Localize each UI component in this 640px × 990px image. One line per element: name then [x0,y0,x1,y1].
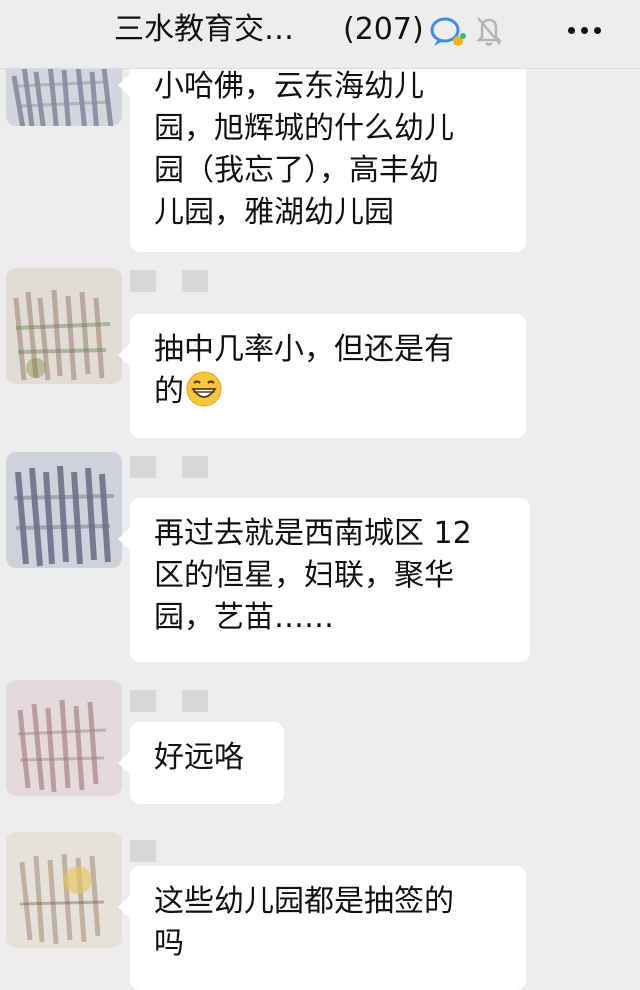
avatar-image [6,268,122,384]
group-name[interactable]: 三水教育交… [114,10,294,50]
message-line: 抽中几率小，但还是有 [154,332,454,367]
message-bubble[interactable]: 抽中几率小，但还是有 的 [118,314,526,438]
message-line: 好远咯 [154,740,244,775]
header-divider [0,68,640,69]
avatar[interactable] [6,832,122,948]
sender-name [130,690,210,712]
avatar[interactable] [6,452,122,568]
message-bubble[interactable]: 再过去就是西南城区 12 区的恒星，妇联，聚华 园，艺苗…… [118,498,530,662]
message-line: 这些幼儿园都是抽签的 [154,884,454,919]
more-options-button[interactable] [560,14,610,46]
message-line: 的 [154,374,184,409]
message-bubble[interactable]: 好远咯 [118,722,284,804]
message-line: 儿园，雅湖幼儿园 [154,195,394,230]
avatar[interactable] [6,268,122,384]
avatar-image [6,680,122,796]
message-line: 吗 [154,926,184,961]
sender-name [130,456,210,478]
sender-name [130,840,210,862]
message-line: 园（我忘了），高丰幼 [154,153,439,188]
avatar[interactable] [6,680,122,796]
message-line: 再过去就是西南城区 12 [154,516,472,551]
message-line: 小哈佛，云东海幼儿 [154,69,424,104]
chat-header: 三水教育交… (207) [0,0,640,68]
mute-bell-icon [475,17,503,46]
avatar-image [6,832,122,948]
message-bubble[interactable]: 这些幼儿园都是抽签的 吗 [118,866,526,990]
member-count: (207) [343,12,424,47]
sender-name [130,270,210,292]
message-line: 园，旭辉城的什么幼儿 [154,111,454,146]
message-line-with-emoji: 的 [154,371,502,413]
message-line: 园，艺苗…… [154,600,334,635]
message-bubble[interactable]: 小哈佛，云东海幼儿 园，旭辉城的什么幼儿 园（我忘了），高丰幼 儿园，雅湖幼儿园 [118,44,526,252]
grinning-face-icon [186,371,222,407]
avatar-image [6,452,122,568]
message-line: 区的恒星，妇联，聚华 [154,558,454,593]
chat-bubble-icon [430,17,466,46]
